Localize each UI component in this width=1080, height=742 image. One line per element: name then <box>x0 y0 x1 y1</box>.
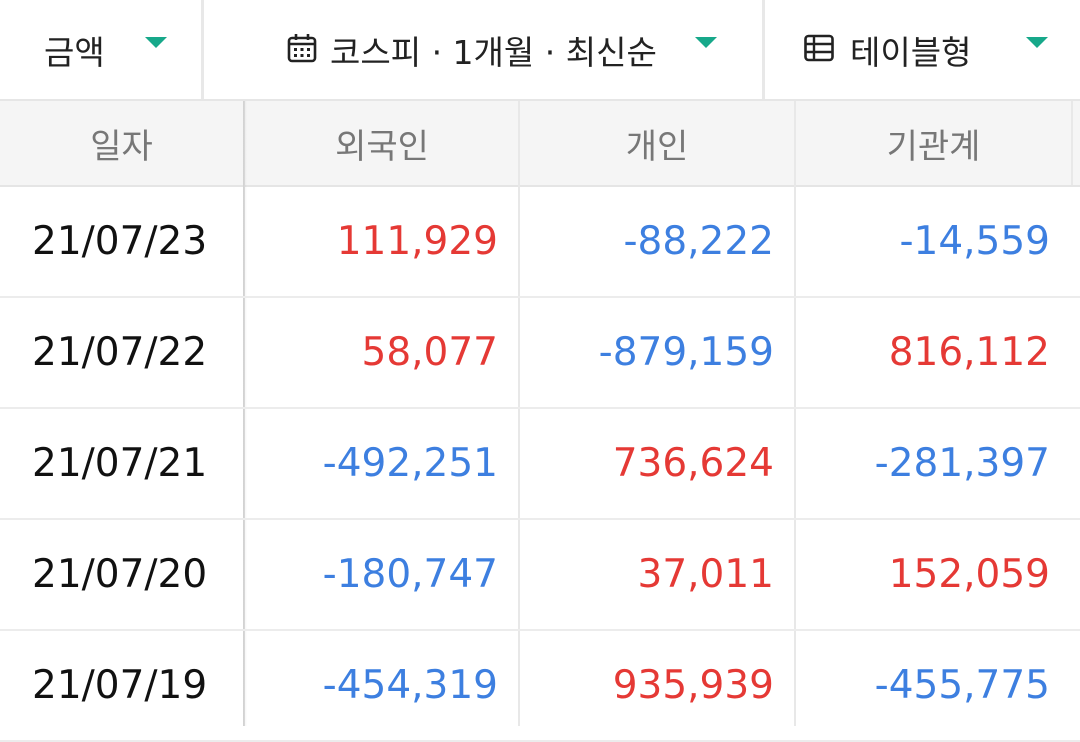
date-cell: 21/07/21 <box>32 441 208 486</box>
individual-cell: 736,624 <box>612 441 774 486</box>
caret-down-icon <box>145 37 167 48</box>
column-divider <box>1071 101 1073 185</box>
period-dropdown[interactable]: 코스피 · 1개월 · 최신순 <box>204 0 762 99</box>
header-date: 일자 <box>90 126 153 167</box>
header-foreign: 외국인 <box>335 126 429 167</box>
table-header: 일자 외국인 개인 기관계 <box>0 101 1080 187</box>
institution-cell: -14,559 <box>899 219 1050 264</box>
table-row[interactable]: 21/07/21 -492,251 736,624 -281,397 <box>0 409 1080 520</box>
table-row[interactable]: 21/07/22 58,077 -879,159 816,112 <box>0 298 1080 409</box>
period-dropdown-label: 코스피 · 1개월 · 최신순 <box>330 32 657 72</box>
caret-down-icon <box>695 37 717 48</box>
institution-cell: -455,775 <box>874 663 1050 708</box>
unit-dropdown[interactable]: 금액 <box>0 0 201 99</box>
date-cell: 21/07/23 <box>32 219 208 264</box>
individual-cell: -879,159 <box>598 330 774 375</box>
institution-cell: 152,059 <box>888 552 1050 597</box>
date-cell: 21/07/20 <box>32 552 208 597</box>
caret-down-icon <box>1026 37 1048 48</box>
date-cell: 21/07/22 <box>32 330 208 375</box>
foreign-cell: 58,077 <box>361 330 498 375</box>
foreign-cell: -492,251 <box>322 441 498 486</box>
table-icon <box>804 34 834 62</box>
date-cell: 21/07/19 <box>32 663 208 708</box>
individual-cell: 37,011 <box>637 552 774 597</box>
table-row[interactable]: 21/07/20 -180,747 37,011 152,059 <box>0 520 1080 631</box>
calendar-icon <box>287 34 317 63</box>
foreign-cell: -454,319 <box>322 663 498 708</box>
institution-cell: 816,112 <box>888 330 1050 375</box>
filter-bar: 금액 코스피 · 1개월 · 최신순 테이블형 <box>0 0 1080 101</box>
table-row[interactable]: 21/07/19 -454,319 935,939 -455,775 <box>0 631 1080 742</box>
institution-cell: -281,397 <box>874 441 1050 486</box>
foreign-cell: -180,747 <box>322 552 498 597</box>
table-row[interactable]: 21/07/23 111,929 -88,222 -14,559 <box>0 187 1080 298</box>
view-dropdown-label: 테이블형 <box>850 32 972 72</box>
foreign-cell: 111,929 <box>336 219 498 264</box>
unit-dropdown-label: 금액 <box>44 32 105 72</box>
individual-cell: -88,222 <box>623 219 774 264</box>
view-dropdown[interactable]: 테이블형 <box>765 0 1080 99</box>
header-individual: 개인 <box>625 126 689 167</box>
individual-cell: 935,939 <box>612 663 774 708</box>
header-institution: 기관계 <box>886 126 981 167</box>
